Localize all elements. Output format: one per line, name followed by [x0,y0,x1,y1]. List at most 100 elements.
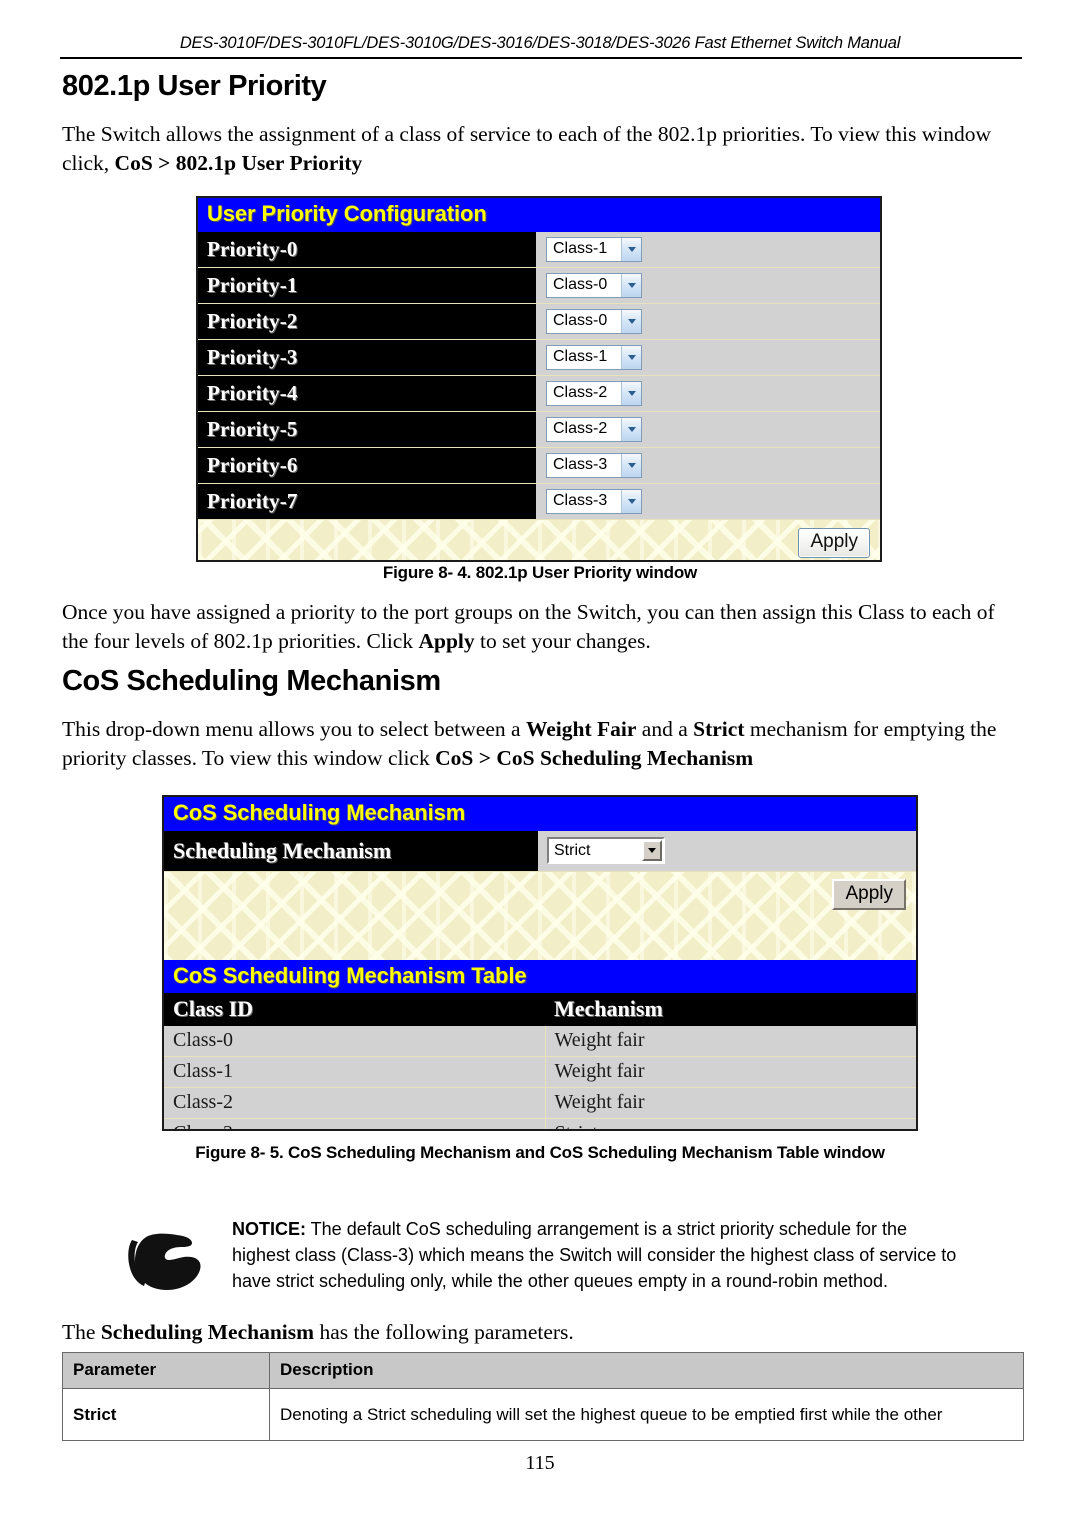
priority-field: Class-1 [536,339,880,375]
notice-label: NOTICE: [232,1219,306,1239]
chevron-down-icon[interactable] [621,489,641,513]
cell-class-id: Class-0 [164,1026,546,1058]
chevron-down-icon[interactable] [642,840,662,862]
class-select-value: Class-3 [553,492,608,510]
user-priority-window: User Priority Configuration Priority-0 C… [196,196,882,562]
cell-parameter-description: Denoting a Strict scheduling will set th… [269,1388,1024,1441]
cell-mechanism: Strict [545,1118,916,1129]
scheduling-mechanism-value: Strict [554,841,591,859]
cell-mechanism: Weight fair [545,1026,916,1058]
paragraph-parameters-intro: The Scheduling Mechanism has the followi… [62,1318,1022,1347]
scheduling-mechanism-select[interactable]: Strict [547,837,665,865]
priority-label: Priority-3 [198,339,536,375]
apply-button-user-priority[interactable]: Apply [798,527,870,558]
cos-apply-bar: Apply [164,872,916,918]
class-select-value: Class-2 [553,420,608,438]
cos-window-title: CoS Scheduling Mechanism [164,797,916,831]
apply-emphasis: Apply [418,629,475,653]
cos-scheduling-window: CoS Scheduling Mechanism Scheduling Mech… [162,795,918,1131]
cos-scheduling-mechanism-table: Class ID Mechanism Class-0 Weight fair C… [164,993,916,1129]
column-header-description: Description [269,1352,1024,1389]
cell-class-id: Class-3 [164,1118,546,1129]
class-select-value: Class-0 [553,276,608,294]
document-page: DES-3010F/DES-3010FL/DES-3010G/DES-3016/… [0,0,1080,1527]
class-select-priority-2[interactable]: Class-0 [546,308,642,334]
class-select-priority-7[interactable]: Class-3 [546,488,642,514]
cell-mechanism: Weight fair [545,1056,916,1089]
class-select-priority-3[interactable]: Class-1 [546,344,642,370]
apply-button-cos[interactable]: Apply [832,879,906,911]
paragraph-user-priority-intro: The Switch allows the assignment of a cl… [62,120,1022,178]
priority-label: Priority-2 [198,303,536,339]
priority-label: Priority-1 [198,267,536,303]
table-row: Priority-5 Class-2 [198,411,880,448]
paragraph-after-figure-8-4: Once you have assigned a priority to the… [62,598,1024,656]
priority-field: Class-2 [536,375,880,411]
strict-emphasis: Strict [693,717,745,741]
table-row: Priority-4 Class-2 [198,375,880,412]
scheduling-mechanism-row: Scheduling Mechanism Strict [164,830,916,872]
class-select-priority-5[interactable]: Class-2 [546,416,642,442]
cos-intro-text-1: This drop-down menu allows you to select… [62,717,526,741]
notice-block: NOTICE: The default CoS scheduling arran… [122,1212,962,1298]
priority-field: Class-2 [536,411,880,447]
class-select-priority-0[interactable]: Class-1 [546,236,642,262]
priority-label: Priority-4 [198,375,536,411]
page-number: 115 [525,1452,555,1474]
weight-fair-emphasis: Weight Fair [525,717,637,741]
scheduling-mechanism-label: Scheduling Mechanism [164,830,538,871]
chevron-down-icon[interactable] [621,237,641,261]
column-header-parameter: Parameter [62,1352,270,1389]
chevron-down-icon[interactable] [621,453,641,477]
scheduling-mechanism-emphasis: Scheduling Mechanism [100,1320,315,1344]
table-row: Priority-3 Class-1 [198,339,880,376]
chevron-down-icon[interactable] [621,417,641,441]
priority-label: Priority-6 [198,447,536,483]
class-select-value: Class-1 [553,348,608,366]
table-row: Priority-7 Class-3 [198,483,880,520]
class-select-priority-1[interactable]: Class-0 [546,272,642,298]
header-divider [60,57,1022,59]
scheduling-mechanism-field: Strict [538,830,916,871]
intro-menu-path: CoS > 802.1p User Priority [114,151,363,175]
parameter-description-table: Parameter Description Strict Denoting a … [62,1352,1024,1441]
priority-label: Priority-7 [198,483,536,519]
table-row: Priority-1 Class-0 [198,267,880,304]
table-row: Class-1 Weight fair [164,1056,916,1089]
table-row: Priority-2 Class-0 [198,303,880,340]
table-header-row: Class ID Mechanism [164,993,916,1027]
table-header-row: Parameter Description [62,1352,1024,1389]
figure-caption-8-4: Figure 8- 4. 802.1p User Priority window [382,563,698,582]
class-select-value: Class-1 [553,240,608,258]
table-row: Priority-6 Class-3 [198,447,880,484]
table-row: Priority-0 Class-1 [198,231,880,268]
class-select-value: Class-3 [553,456,608,474]
cos-menu-path: CoS > CoS Scheduling Mechanism [435,746,754,770]
notice-text: NOTICE: The default CoS scheduling arran… [218,1212,962,1294]
chevron-down-icon[interactable] [621,273,641,297]
priority-field: Class-0 [536,303,880,339]
priority-label: Priority-5 [198,411,536,447]
chevron-down-icon[interactable] [621,309,641,333]
priority-field: Class-3 [536,447,880,483]
table-row: Class-2 Weight fair [164,1087,916,1120]
class-select-priority-4[interactable]: Class-2 [546,380,642,406]
priority-label: Priority-0 [198,231,536,267]
cos-table-title: CoS Scheduling Mechanism Table [164,959,916,994]
section-heading-user-priority: 802.1p User Priority [62,70,327,102]
user-priority-apply-bar: Apply [198,520,880,560]
cell-parameter-name: Strict [62,1388,270,1441]
column-header-class-id: Class ID [164,993,545,1027]
table-row: Class-3 Strict [164,1118,916,1129]
panel-spacer [164,918,916,960]
table-row: Strict Denoting a Strict scheduling will… [62,1388,1024,1441]
priority-field: Class-3 [536,483,880,519]
chevron-down-icon[interactable] [621,381,641,405]
figure-caption-8-5: Figure 8- 5. CoS Scheduling Mechanism an… [195,1143,885,1162]
class-select-priority-6[interactable]: Class-3 [546,452,642,478]
user-priority-window-title: User Priority Configuration [198,198,880,232]
chevron-down-icon[interactable] [621,345,641,369]
table-row: Class-0 Weight fair [164,1026,916,1058]
params-text-2: has the following parameters. [314,1320,574,1344]
params-text-1: The [62,1320,101,1344]
